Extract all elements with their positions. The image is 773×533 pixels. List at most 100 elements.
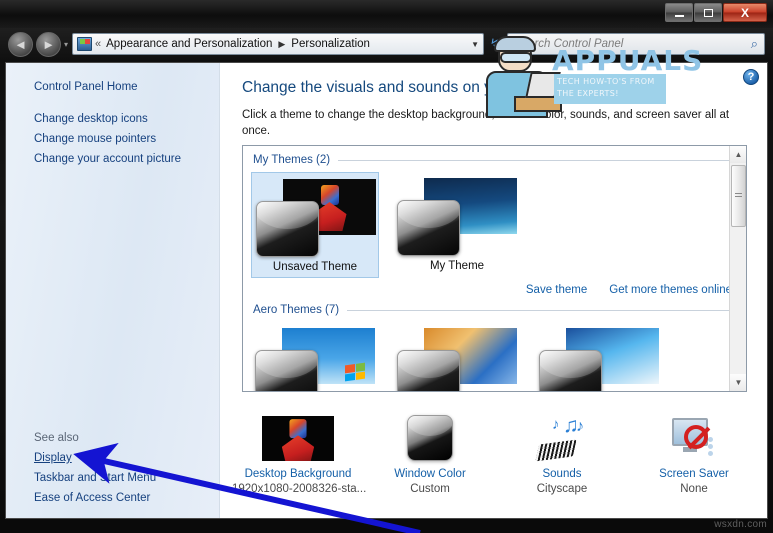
sidebar-item-taskbar-start-menu[interactable]: Taskbar and Start Menu: [34, 468, 214, 488]
minimize-button[interactable]: [665, 3, 693, 22]
refresh-button[interactable]: ↯: [484, 36, 506, 52]
client-area: Control Panel Home Change desktop icons …: [5, 62, 768, 519]
sidebar-item-control-panel-home[interactable]: Control Panel Home: [34, 77, 219, 97]
sidebar-item-ease-of-access-center[interactable]: Ease of Access Center: [34, 488, 214, 508]
sidebar-item-change-desktop-icons[interactable]: Change desktop icons: [34, 109, 219, 129]
save-theme-link[interactable]: Save theme: [526, 284, 587, 296]
theme-glass-preview: [256, 201, 319, 257]
screen-saver-icon: [628, 412, 760, 464]
theme-thumbnail: [256, 179, 376, 257]
toolbar-value: Custom: [410, 483, 450, 495]
address-bar: ◄ ► ▾ « Appearance and Personalization ▶…: [0, 28, 773, 60]
toolbar-item-sounds[interactable]: ♪ ♫ ♪ Sounds Cityscape: [496, 406, 628, 518]
forward-arrow-icon: ►: [42, 36, 55, 52]
search-input[interactable]: Search Control Panel: [514, 38, 751, 50]
music-note-icon: ♪: [552, 416, 560, 433]
theme-thumbnail: [539, 328, 659, 391]
theme-item-architecture[interactable]: [393, 322, 521, 391]
control-panel-window: X ◄ ► ▾ « Appearance and Personalization…: [0, 0, 773, 533]
sidebar-item-change-mouse-pointers[interactable]: Change mouse pointers: [34, 129, 219, 149]
search-box[interactable]: Search Control Panel ⌕: [507, 33, 765, 55]
desktop-background-icon: [232, 412, 364, 464]
toolbar-value: 1920x1080-2008326-sta...: [232, 483, 367, 495]
toolbar-label[interactable]: Sounds: [496, 468, 628, 480]
toolbar-item-desktop-background[interactable]: Desktop Background 1920x1080-2008326-sta…: [232, 406, 367, 518]
back-arrow-icon: ◄: [14, 36, 27, 52]
group-title-aero-themes: Aero Themes (7): [253, 304, 340, 316]
theme-glass-preview: [397, 350, 460, 391]
sounds-icon: ♪ ♫ ♪: [496, 412, 628, 464]
close-button[interactable]: X: [723, 3, 767, 22]
breadcrumb-separator-icon: ▶: [278, 38, 286, 49]
recent-pages-button[interactable]: ▾: [64, 40, 68, 49]
maximize-button[interactable]: [694, 3, 722, 22]
breadcrumb-address-box[interactable]: « Appearance and Personalization ▶ Perso…: [72, 33, 485, 55]
sidebar-item-display[interactable]: Display: [34, 448, 214, 468]
themes-list: My Themes (2) Unsaved Theme My Theme Sav…: [242, 145, 747, 392]
theme-glass-preview: [397, 200, 460, 256]
group-title-my-themes: My Themes (2): [253, 154, 331, 166]
see-also-heading: See also: [34, 432, 79, 444]
theme-label: My Theme: [429, 260, 485, 272]
theme-item-windows-7[interactable]: [251, 322, 379, 391]
theme-glass-preview: [255, 350, 318, 391]
no-entry-icon: [684, 425, 708, 449]
search-icon: ⌕: [750, 36, 758, 51]
theme-label: Unsaved Theme: [272, 261, 358, 273]
toolbar-label[interactable]: Window Color: [364, 468, 496, 480]
page-subtitle: Click a theme to change the desktop back…: [242, 109, 730, 137]
theme-item-characters[interactable]: [535, 322, 663, 391]
theme-row-aero-themes: [243, 316, 746, 391]
theme-thumbnail: [255, 328, 375, 391]
scroll-up-button[interactable]: ▲: [730, 146, 746, 163]
sidebar-item-change-account-picture[interactable]: Change your account picture: [34, 149, 219, 169]
see-also-section: See also Display Taskbar and Start Menu …: [34, 428, 214, 508]
theme-glass-preview: [539, 350, 602, 391]
theme-item-my-theme[interactable]: My Theme: [393, 172, 521, 278]
window-color-icon: [364, 412, 496, 464]
group-header-aero-themes: Aero Themes (7): [243, 296, 746, 316]
music-note-icon: ♪: [576, 418, 584, 435]
chevron-down-icon: ▾: [64, 39, 69, 49]
forward-button[interactable]: ►: [36, 31, 61, 57]
scrollbar-grip-icon: [735, 193, 742, 199]
breadcrumb-overflow-icon[interactable]: «: [95, 38, 101, 50]
scroll-down-button[interactable]: ▼: [730, 374, 746, 391]
window-controls: X: [665, 3, 767, 22]
windows-logo-icon: [345, 362, 365, 382]
get-more-themes-online-link[interactable]: Get more themes online: [609, 284, 732, 296]
theme-item-unsaved[interactable]: Unsaved Theme: [251, 172, 379, 278]
refresh-icon: ↯: [489, 36, 501, 51]
breadcrumb-segment-personalization[interactable]: Personalization: [291, 38, 370, 50]
theme-thumbnail: [397, 328, 517, 391]
help-icon[interactable]: ?: [743, 69, 759, 85]
theme-thumbnail: [397, 178, 517, 256]
control-panel-icon: [77, 37, 93, 51]
back-button[interactable]: ◄: [8, 31, 33, 57]
personalization-toolbar: Desktop Background 1920x1080-2008326-sta…: [220, 406, 767, 518]
theme-row-my-themes: Unsaved Theme My Theme: [243, 166, 746, 278]
theme-actions: Save theme Get more themes online: [243, 278, 746, 296]
toolbar-item-screen-saver[interactable]: Screen Saver None: [628, 406, 760, 518]
title-bar: X: [0, 0, 773, 28]
keyboard-icon: [535, 439, 577, 462]
toolbar-label[interactable]: Screen Saver: [628, 468, 760, 480]
toolbar-label[interactable]: Desktop Background: [232, 468, 364, 480]
scrollbar-thumb[interactable]: [731, 165, 746, 227]
toolbar-value: None: [680, 483, 708, 495]
group-divider: [347, 309, 736, 311]
themes-scrollbar[interactable]: ▲ ▼: [729, 146, 746, 391]
address-dropdown-icon[interactable]: ▼: [471, 40, 479, 49]
toolbar-item-window-color[interactable]: Window Color Custom: [364, 406, 496, 518]
minimize-icon: [674, 14, 684, 17]
avatar-art-icon: [281, 418, 315, 461]
content-pane: ? Change the visuals and sounds on your …: [220, 63, 767, 518]
close-icon: X: [740, 5, 749, 20]
site-watermark: wsxdn.com: [714, 519, 767, 530]
breadcrumb-segment-appearance[interactable]: Appearance and Personalization: [106, 38, 272, 50]
sidebar: Control Panel Home Change desktop icons …: [6, 63, 220, 518]
group-divider: [338, 159, 736, 161]
maximize-icon: [703, 8, 713, 17]
group-header-my-themes: My Themes (2): [243, 146, 746, 166]
page-title: Change the visuals and sounds on your co…: [242, 79, 584, 96]
